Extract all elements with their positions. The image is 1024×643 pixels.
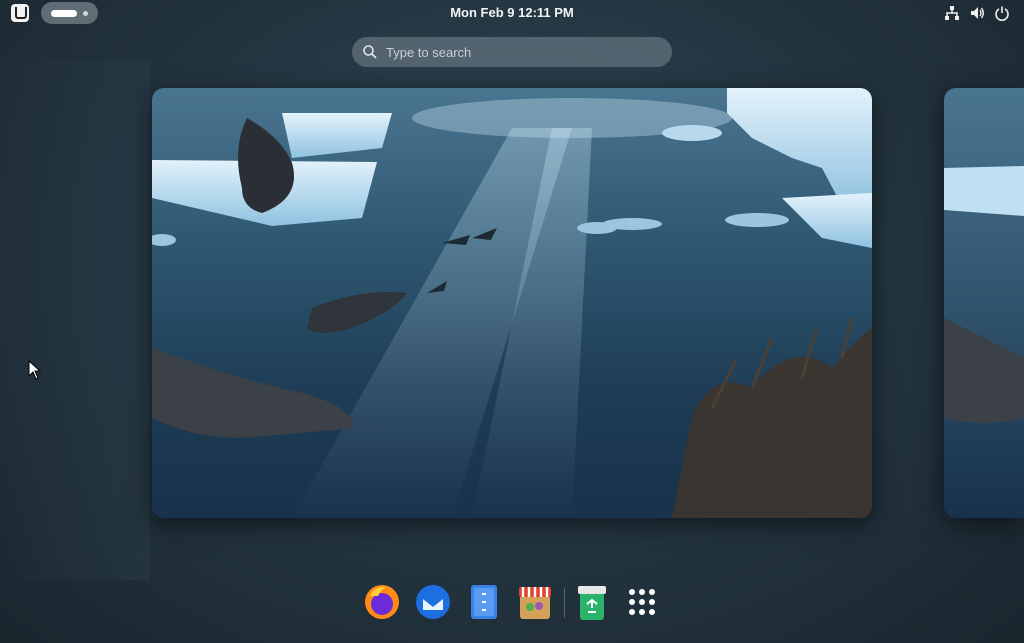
underwater-scene — [152, 88, 872, 518]
power-icon[interactable] — [994, 5, 1010, 21]
underwater-scene-right — [944, 88, 1024, 518]
volume-icon[interactable] — [969, 5, 985, 21]
dock-separator — [564, 588, 565, 618]
left-background-blur — [0, 60, 150, 580]
window-preview-right[interactable] — [944, 88, 1024, 518]
dock — [352, 572, 672, 632]
search-bar[interactable] — [352, 37, 672, 67]
clock[interactable]: Mon Feb 9 12:11 PM — [0, 5, 1024, 20]
mouse-cursor-icon — [28, 359, 42, 385]
trash-icon[interactable] — [572, 582, 612, 622]
network-icon[interactable] — [944, 5, 960, 21]
app-center-icon[interactable] — [515, 582, 555, 622]
system-tray[interactable] — [944, 5, 1010, 21]
window-preview-center[interactable] — [152, 88, 872, 518]
show-apps-icon[interactable] — [622, 582, 662, 622]
search-input[interactable] — [386, 37, 656, 67]
files-icon[interactable] — [464, 582, 504, 622]
firefox-icon[interactable] — [362, 582, 402, 622]
thunderbird-icon[interactable] — [413, 582, 453, 622]
search-icon — [363, 45, 377, 59]
top-bar: Mon Feb 9 12:11 PM — [0, 0, 1024, 26]
